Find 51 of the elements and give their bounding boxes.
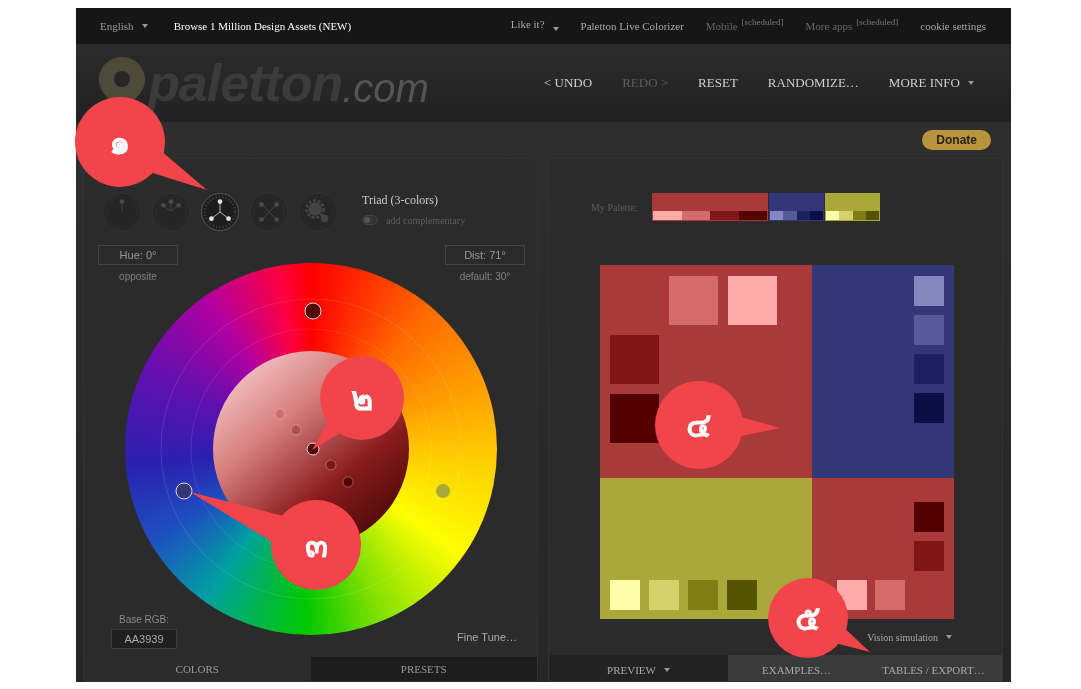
caret-icon [552,27,559,32]
scheme-name: Triad (3-colors) [362,191,439,209]
palette-shade[interactable] [796,211,810,220]
hue-field[interactable]: Hue: 0° [98,245,178,265]
base-rgb-label: Base RGB: [119,613,169,627]
palette-color[interactable] [652,193,768,221]
palette-shade[interactable] [865,211,879,220]
callout-number: ๑ [109,122,131,162]
caret-icon [663,668,670,672]
callout-number: ๒ [351,378,373,418]
palette-color[interactable] [825,193,880,221]
header-action[interactable]: RESET [693,73,743,93]
callout-number: ๓ [304,525,328,565]
callout-number: ๕ [795,598,821,638]
base-rgb-field[interactable]: AA3939 [111,629,177,649]
panel-tab[interactable]: EXAMPLES… [728,655,865,681]
palette-shade[interactable] [852,211,866,220]
mode-button[interactable] [201,193,239,231]
top-link[interactable]: Browse 1 Million Design Assets (NEW) [173,17,352,35]
vision-simulation-menu[interactable]: Vision simulation [867,629,952,645]
dial-icon [251,194,287,230]
panel-tab[interactable]: TABLES / EXPORT… [865,655,1002,681]
panel-tab[interactable]: PREVIEW [549,655,728,681]
top-link[interactable]: cookie settings [920,17,986,35]
caret-icon [968,81,974,85]
palette-color[interactable] [769,193,824,221]
palette-shade[interactable] [826,211,840,220]
top-link[interactable]: Paletton Live Colorizer [580,17,684,35]
header-action[interactable]: RANDOMIZE… [762,73,864,93]
top-link[interactable]: English [100,17,148,35]
palette-shade[interactable] [738,211,767,220]
dial-icon [104,194,140,230]
donate-button[interactable]: Donate [922,130,991,150]
header-action[interactable]: MORE INFO [883,73,979,93]
panel-tab[interactable]: PRESETS [310,657,537,681]
palette-shade[interactable] [681,211,710,220]
fine-tune-link[interactable]: Fine Tune… [457,628,517,645]
caret-icon [946,635,952,639]
distance-field[interactable]: Dist: 71° [445,245,525,265]
dial-icon [202,194,238,230]
callout-number: ๔ [686,405,712,445]
dial-icon [300,194,336,230]
distance-hint: default: 30° [459,270,511,284]
top-link[interactable]: Like it? [510,15,559,37]
header-action[interactable]: < UNDO [539,73,598,93]
hue-hint: opposite [119,270,157,284]
palette-shade[interactable] [770,211,784,220]
dial-icon [153,194,189,230]
complement-toggle[interactable] [362,215,378,225]
caret-icon [141,24,148,28]
palette-shade[interactable] [809,211,823,220]
